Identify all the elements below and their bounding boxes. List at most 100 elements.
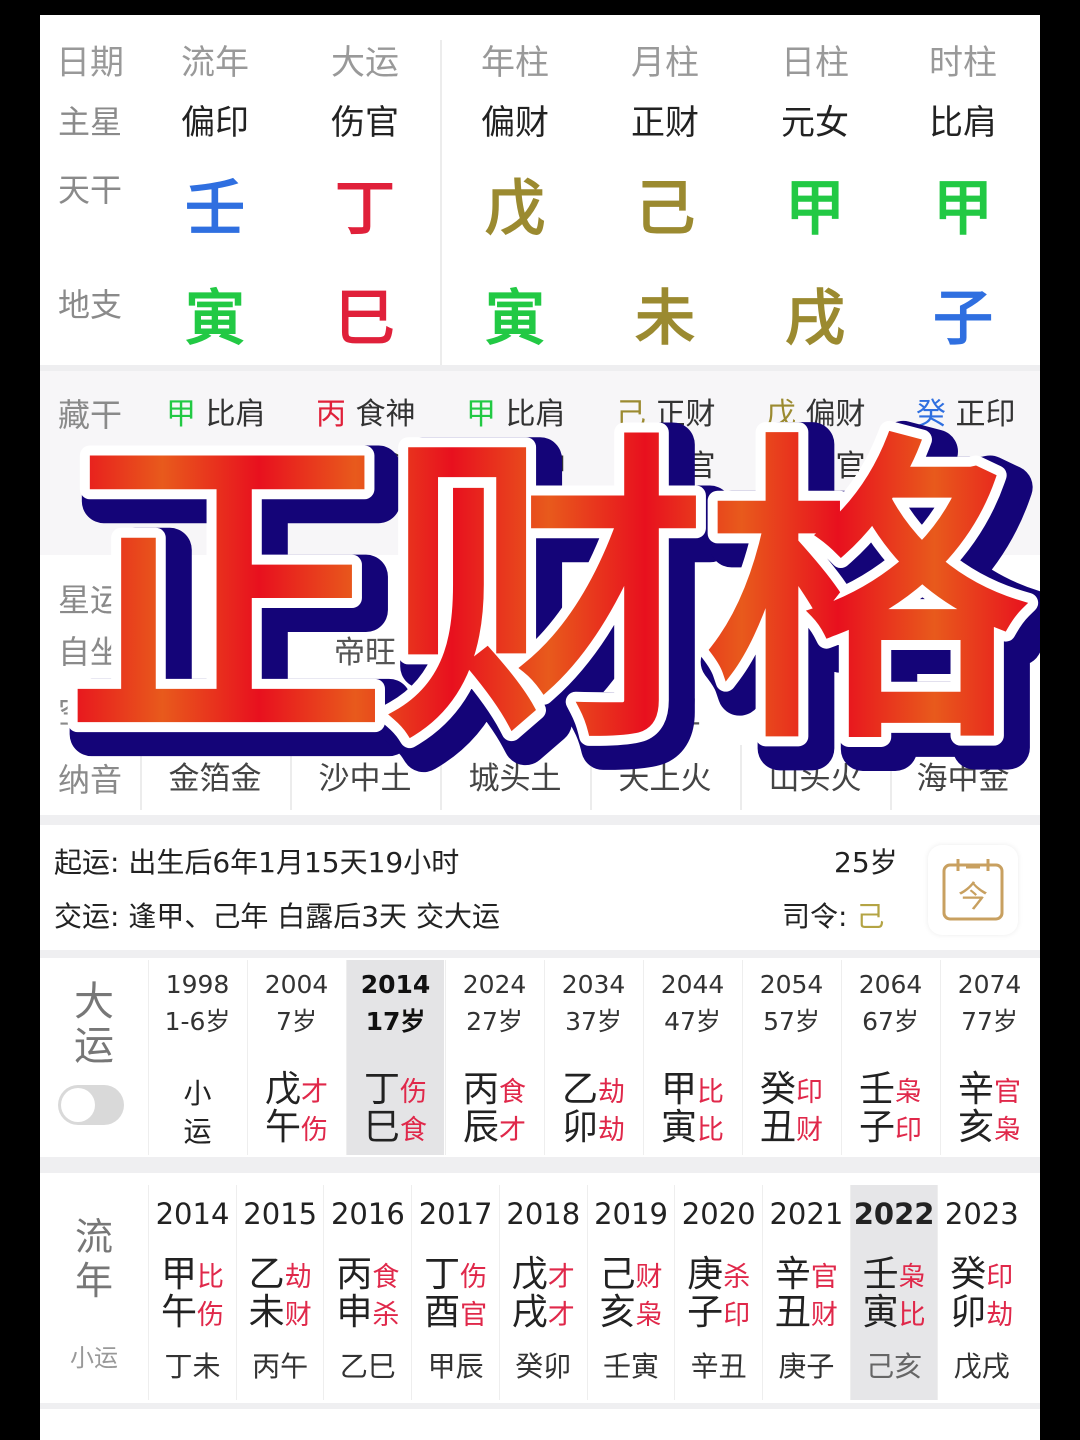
divider [40,1403,1040,1409]
ganzhi-branch: 酉官 [412,1283,499,1335]
liunian-xiaoyun: 丁未 [164,1350,221,1383]
liunian-year: 2022 [853,1197,935,1231]
dayun-label: 大运 [74,979,114,1069]
liunian-column[interactable]: 2016 丙食 申杀 乙巳 [323,1185,411,1400]
ganzhi-branch: 亥枭 [588,1283,675,1335]
tiangan-label: 天干 [57,171,123,209]
branch: 酉 [424,1292,461,1333]
branch: 午 [160,1292,197,1333]
branch-shishen: 食 [400,1115,427,1146]
dayun-column[interactable]: 2064 67岁 壬枭 子印 [841,960,939,1155]
liunian-year: 2015 [243,1197,318,1231]
ganzhi-branch: 午伤 [149,1283,236,1335]
branch: 未 [248,1292,285,1333]
ganzhi-branch: 丑财 [743,1098,840,1150]
dayun-column[interactable]: 2054 57岁 癸印 丑财 [742,960,840,1155]
branch-shishen: 伤 [197,1300,224,1331]
column-header: 年柱 [481,43,549,83]
today-button[interactable]: 今 [928,845,1018,935]
dizhi-ri: 戌 [785,284,845,354]
liunian-xiaoyun: 丙午 [252,1350,309,1383]
branch-shishen: 印 [895,1115,922,1146]
calendar-today-icon: 今 [942,859,1004,921]
liunian-column[interactable]: 2018 戊才 戌才 癸卯 [498,1185,587,1400]
dayun-year: 2054 [759,970,824,999]
branch: 卯 [950,1292,987,1333]
column-header: 大运 [331,43,399,83]
liunian-column[interactable]: 2020 庚杀 子印 辛丑 [674,1185,762,1400]
ganzhi-branch: 未财 [237,1283,324,1335]
dizhi-yue: 未 [635,284,695,354]
branch: 巳 [363,1107,400,1148]
dayun-age: 57岁 [763,1007,820,1036]
zhuxing-ri: 元女 [781,103,849,143]
dayun-year: 2014 [360,970,431,999]
branch-shishen: 劫 [598,1115,625,1146]
liunian-column[interactable]: 2017 丁伤 酉官 甲辰 [411,1185,499,1400]
branch: 亥 [957,1107,994,1148]
branch: 亥 [599,1292,636,1333]
tiangan-dayun: 丁 [335,174,395,244]
liunian-year: 2018 [506,1197,581,1231]
liunian-column[interactable]: 2015 乙劫 未财 丙午 [235,1185,324,1400]
dayun-age: 17岁 [365,1007,426,1036]
liunian-column[interactable]: 2022 壬枭 寅比 己亥 [849,1185,938,1400]
column-header: 日柱 [781,43,849,83]
overlay-title: 正财格 正财格 正财格 [56,406,1040,780]
xiaoyun-label: 小运 [70,1344,118,1372]
branch: 戌 [511,1292,548,1333]
dayun-age: 1-6岁 [164,1007,231,1036]
ganzhi-branch: 午伤 [248,1098,345,1150]
xiaoyun-toggle[interactable] [58,1085,124,1125]
dayun-year: 1998 [165,970,230,999]
divider [40,815,1040,825]
branch-shishen: 官 [460,1300,488,1331]
liunian-column[interactable]: 2021 辛官 丑财 庚子 [761,1185,850,1400]
siling-value: 己 [856,900,885,933]
liunian-column[interactable]: 2019 己财 亥枭 壬寅 [586,1185,675,1400]
dizhi-nian: 寅 [485,284,545,354]
branch-shishen: 印 [723,1300,751,1331]
qiyun-label: 起运: [54,846,120,879]
dayun-column[interactable]: 2014 17岁 丁伤 巳食 [346,960,444,1155]
branch: 丑 [774,1292,811,1333]
liunian-column[interactable]: 2014 甲比 午伤 丁未 [148,1185,236,1400]
branch: 辰 [462,1107,499,1148]
liunian-xiaoyun: 乙巳 [339,1350,396,1383]
liunian-xiaoyun: 壬寅 [602,1350,659,1383]
ganzhi-branch: 丑财 [763,1283,850,1335]
zhuxing-yue: 正财 [631,103,699,143]
tiangan-nian: 戊 [485,174,545,244]
liunian-xiaoyun: 甲辰 [427,1350,484,1383]
ganzhi-branch: 子印 [675,1283,762,1335]
dayun-column[interactable]: 2004 7岁 戊才 午伤 [247,960,345,1155]
column-header: 月柱 [631,43,699,83]
zhuxing-label: 主星 [57,103,123,141]
dayun-age: 47岁 [664,1007,721,1036]
dayun-column[interactable]: 2074 77岁 辛官 亥枭 [940,960,1038,1155]
jiaoyun-label: 交运: [54,900,120,933]
liunian-label: 流年 [74,1215,113,1303]
qiyun-row: 起运: 出生后6年1月15天19小时 [54,841,459,881]
dayun-age: 37岁 [565,1007,622,1036]
branch: 子 [687,1292,724,1333]
dayun-age: 77岁 [961,1007,1018,1036]
dayun-age: 27岁 [466,1007,523,1036]
branch: 子 [858,1107,895,1148]
branch: 卯 [561,1107,598,1148]
dayun-column[interactable]: 1998 1-6岁小运 [148,960,246,1155]
branch: 申 [336,1292,373,1333]
xiaoyun-text: 小 [183,1077,212,1110]
dayun-column[interactable]: 2034 37岁 乙劫 卯劫 [544,960,642,1155]
branch-shishen: 财 [284,1300,312,1331]
dayun-column[interactable]: 2024 27岁 丙食 辰才 [445,960,543,1155]
tiangan-liunian: 壬 [185,174,245,244]
liunian-xiaoyun: 癸卯 [515,1350,572,1383]
liunian-xiaoyun: 庚子 [778,1350,835,1383]
ganzhi-branch: 亥枭 [941,1098,1038,1150]
dayun-column[interactable]: 2044 47岁 甲比 寅比 [643,960,741,1155]
liunian-column[interactable]: 2023 癸印 卯劫 戊戌 [937,1185,1025,1400]
liunian-year: 2023 [944,1197,1019,1231]
divider [440,40,442,365]
branch-shishen: 比 [697,1115,724,1146]
